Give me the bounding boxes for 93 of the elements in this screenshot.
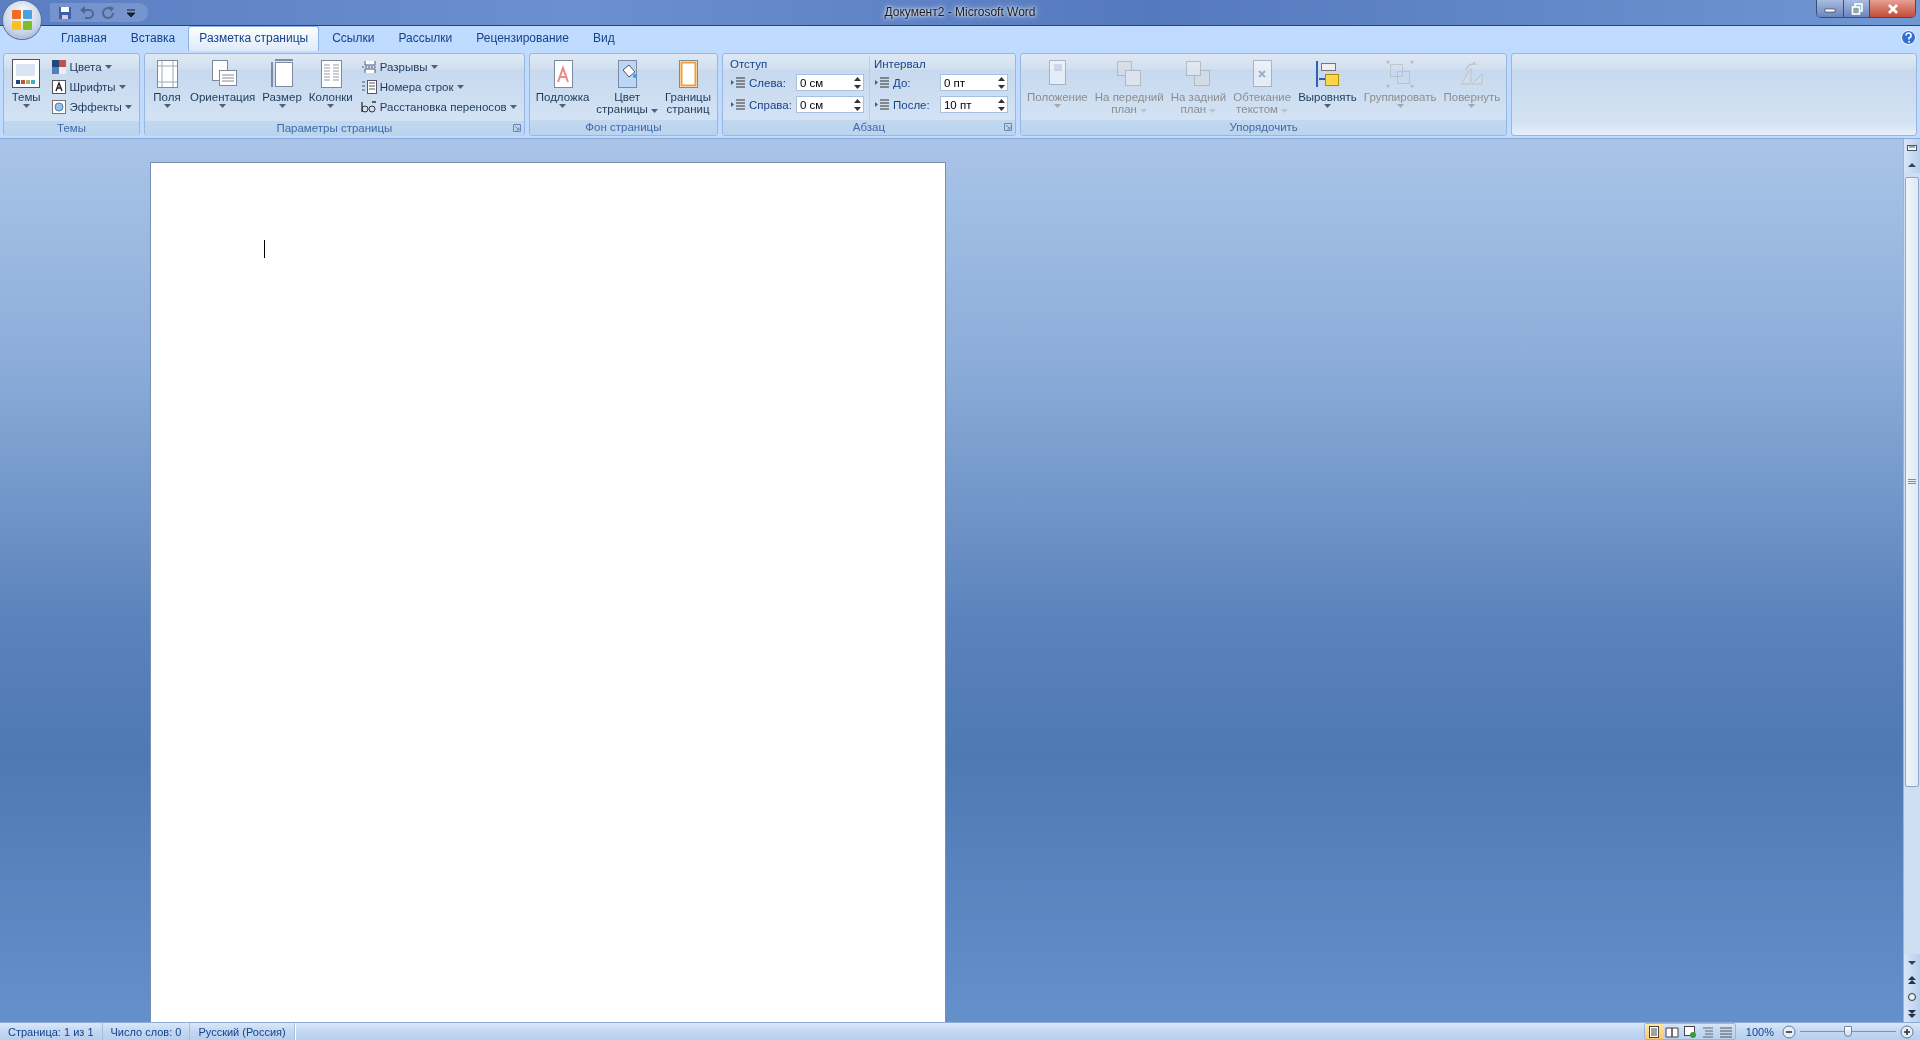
indent-left-icon [729, 74, 746, 91]
ribbon-button[interactable]: Подложка [532, 56, 593, 120]
ribbon-tab[interactable]: Разметка страницы [188, 26, 320, 51]
group-label: Абзац [852, 121, 886, 133]
text-cursor [264, 240, 265, 258]
window-title: Документ2 - Microsoft Word [884, 5, 1036, 19]
draft-icon [1718, 1024, 1733, 1039]
spin-field[interactable]: 0 пт [939, 74, 1008, 91]
ribbon-tab[interactable]: Рассылки [387, 26, 464, 50]
field-label: До: [892, 76, 911, 89]
spacing-after-icon [873, 96, 890, 113]
ribbon-tab[interactable]: Вид [581, 26, 626, 50]
close-icon [1886, 2, 1899, 15]
ruler-button[interactable] [1904, 139, 1920, 156]
double-down-arrow-icon [1907, 1008, 1917, 1019]
ribbon-tab[interactable]: Ссылки [321, 26, 386, 50]
undo-icon [79, 4, 95, 21]
indent-right-icon [729, 96, 746, 113]
outline-icon [1700, 1024, 1715, 1039]
ribbon-button[interactable]: Темы [7, 56, 46, 121]
spin-arrows-icon [997, 76, 1005, 89]
ribbon-button[interactable]: Эффекты [48, 97, 134, 117]
ribbon-button[interactable]: Выровнять [1295, 56, 1360, 120]
ribbon-button[interactable]: Шрифты [48, 77, 134, 97]
section-heading: Интервал [873, 58, 927, 70]
spin-field[interactable]: 10 пт [939, 96, 1008, 113]
ribbon-tab[interactable]: Рецензирование [465, 26, 580, 50]
scroll-down-button[interactable] [1904, 954, 1920, 971]
minus-icon [1782, 1024, 1796, 1039]
grip-icon [1908, 479, 1916, 485]
open-book-icon [1664, 1024, 1679, 1039]
restore-button[interactable] [1843, 0, 1869, 17]
next-page-button[interactable] [1904, 1005, 1920, 1022]
web-page-icon [1682, 1024, 1697, 1039]
line-numbers-icon [360, 79, 377, 95]
section-heading: Отступ [729, 58, 769, 70]
zoom-out-button[interactable] [1782, 1024, 1796, 1039]
color-squares-icon [50, 59, 67, 75]
group-label: Темы [57, 122, 86, 134]
field-label: Слева: [748, 76, 786, 89]
page-break-icon [360, 59, 377, 75]
zoom-level[interactable]: 100% [1745, 1025, 1774, 1038]
status-text: Страница: 1 из 1 [0, 1023, 103, 1040]
help-icon[interactable] [1901, 30, 1916, 45]
slider-thumb[interactable] [1844, 1026, 1852, 1037]
dialog-launcher-icon[interactable] [1003, 123, 1012, 131]
spin-arrows-icon [853, 98, 861, 111]
ribbon-button[interactable]: Ориентация [187, 56, 259, 121]
double-up-arrow-icon [1907, 974, 1917, 985]
ribbon-tab[interactable]: Вставка [119, 26, 187, 50]
scrollbar-thumb[interactable] [1905, 177, 1919, 787]
view-button[interactable] [1644, 1024, 1663, 1039]
zoom-in-button[interactable] [1900, 1024, 1914, 1039]
status-text: Русский (Россия) [190, 1023, 295, 1040]
effects-icon [50, 99, 67, 115]
group-label: Упорядочить [1229, 121, 1298, 133]
spin-arrows-icon [853, 76, 861, 89]
ribbon-button[interactable]: Границы страниц [661, 56, 714, 120]
ribbon-button[interactable]: Размер [259, 56, 305, 121]
plus-icon [1900, 1024, 1914, 1039]
spin-field[interactable]: 0 см [795, 74, 864, 91]
font-icon [50, 79, 67, 95]
vertical-scrollbar[interactable] [1903, 139, 1920, 1022]
close-button[interactable] [1869, 0, 1915, 17]
group-label: Фон страницы [585, 121, 662, 133]
field-label: После: [892, 98, 930, 111]
ribbon-button[interactable]: Разрывы [358, 57, 519, 77]
scroll-up-button[interactable] [1904, 156, 1920, 173]
hyphenation-icon [360, 99, 377, 115]
ribbon-button[interactable]: Колонки [305, 56, 356, 121]
save-icon [57, 4, 73, 21]
redo-icon [101, 4, 117, 21]
spin-field[interactable]: 0 см [795, 96, 864, 113]
dialog-launcher-icon[interactable] [512, 124, 521, 132]
palette-icon [10, 58, 43, 90]
status-text: Число слов: 0 [102, 1023, 191, 1040]
ribbon-button[interactable]: Цвета [48, 57, 134, 77]
circle-icon [1907, 991, 1917, 1002]
print-layout-icon [1646, 1024, 1661, 1039]
spacing-before-icon [873, 74, 890, 91]
field-label: Справа: [748, 98, 792, 111]
group-label: Параметры страницы [276, 122, 393, 134]
view-button[interactable] [1662, 1024, 1681, 1039]
office-button[interactable] [3, 1, 41, 39]
ribbon-button[interactable]: Расстановка переносов [358, 97, 519, 117]
ruler-icon [1907, 142, 1917, 153]
ribbon-tab[interactable]: Главная [50, 26, 118, 50]
spin-arrows-icon [997, 98, 1005, 111]
ribbon-button[interactable]: Номера строк [358, 77, 519, 97]
ribbon-button[interactable]: Поля [148, 56, 186, 121]
office-logo-icon [10, 8, 34, 32]
restore-icon [1850, 2, 1863, 15]
ribbon-button[interactable]: Цвет страницы [593, 56, 661, 120]
